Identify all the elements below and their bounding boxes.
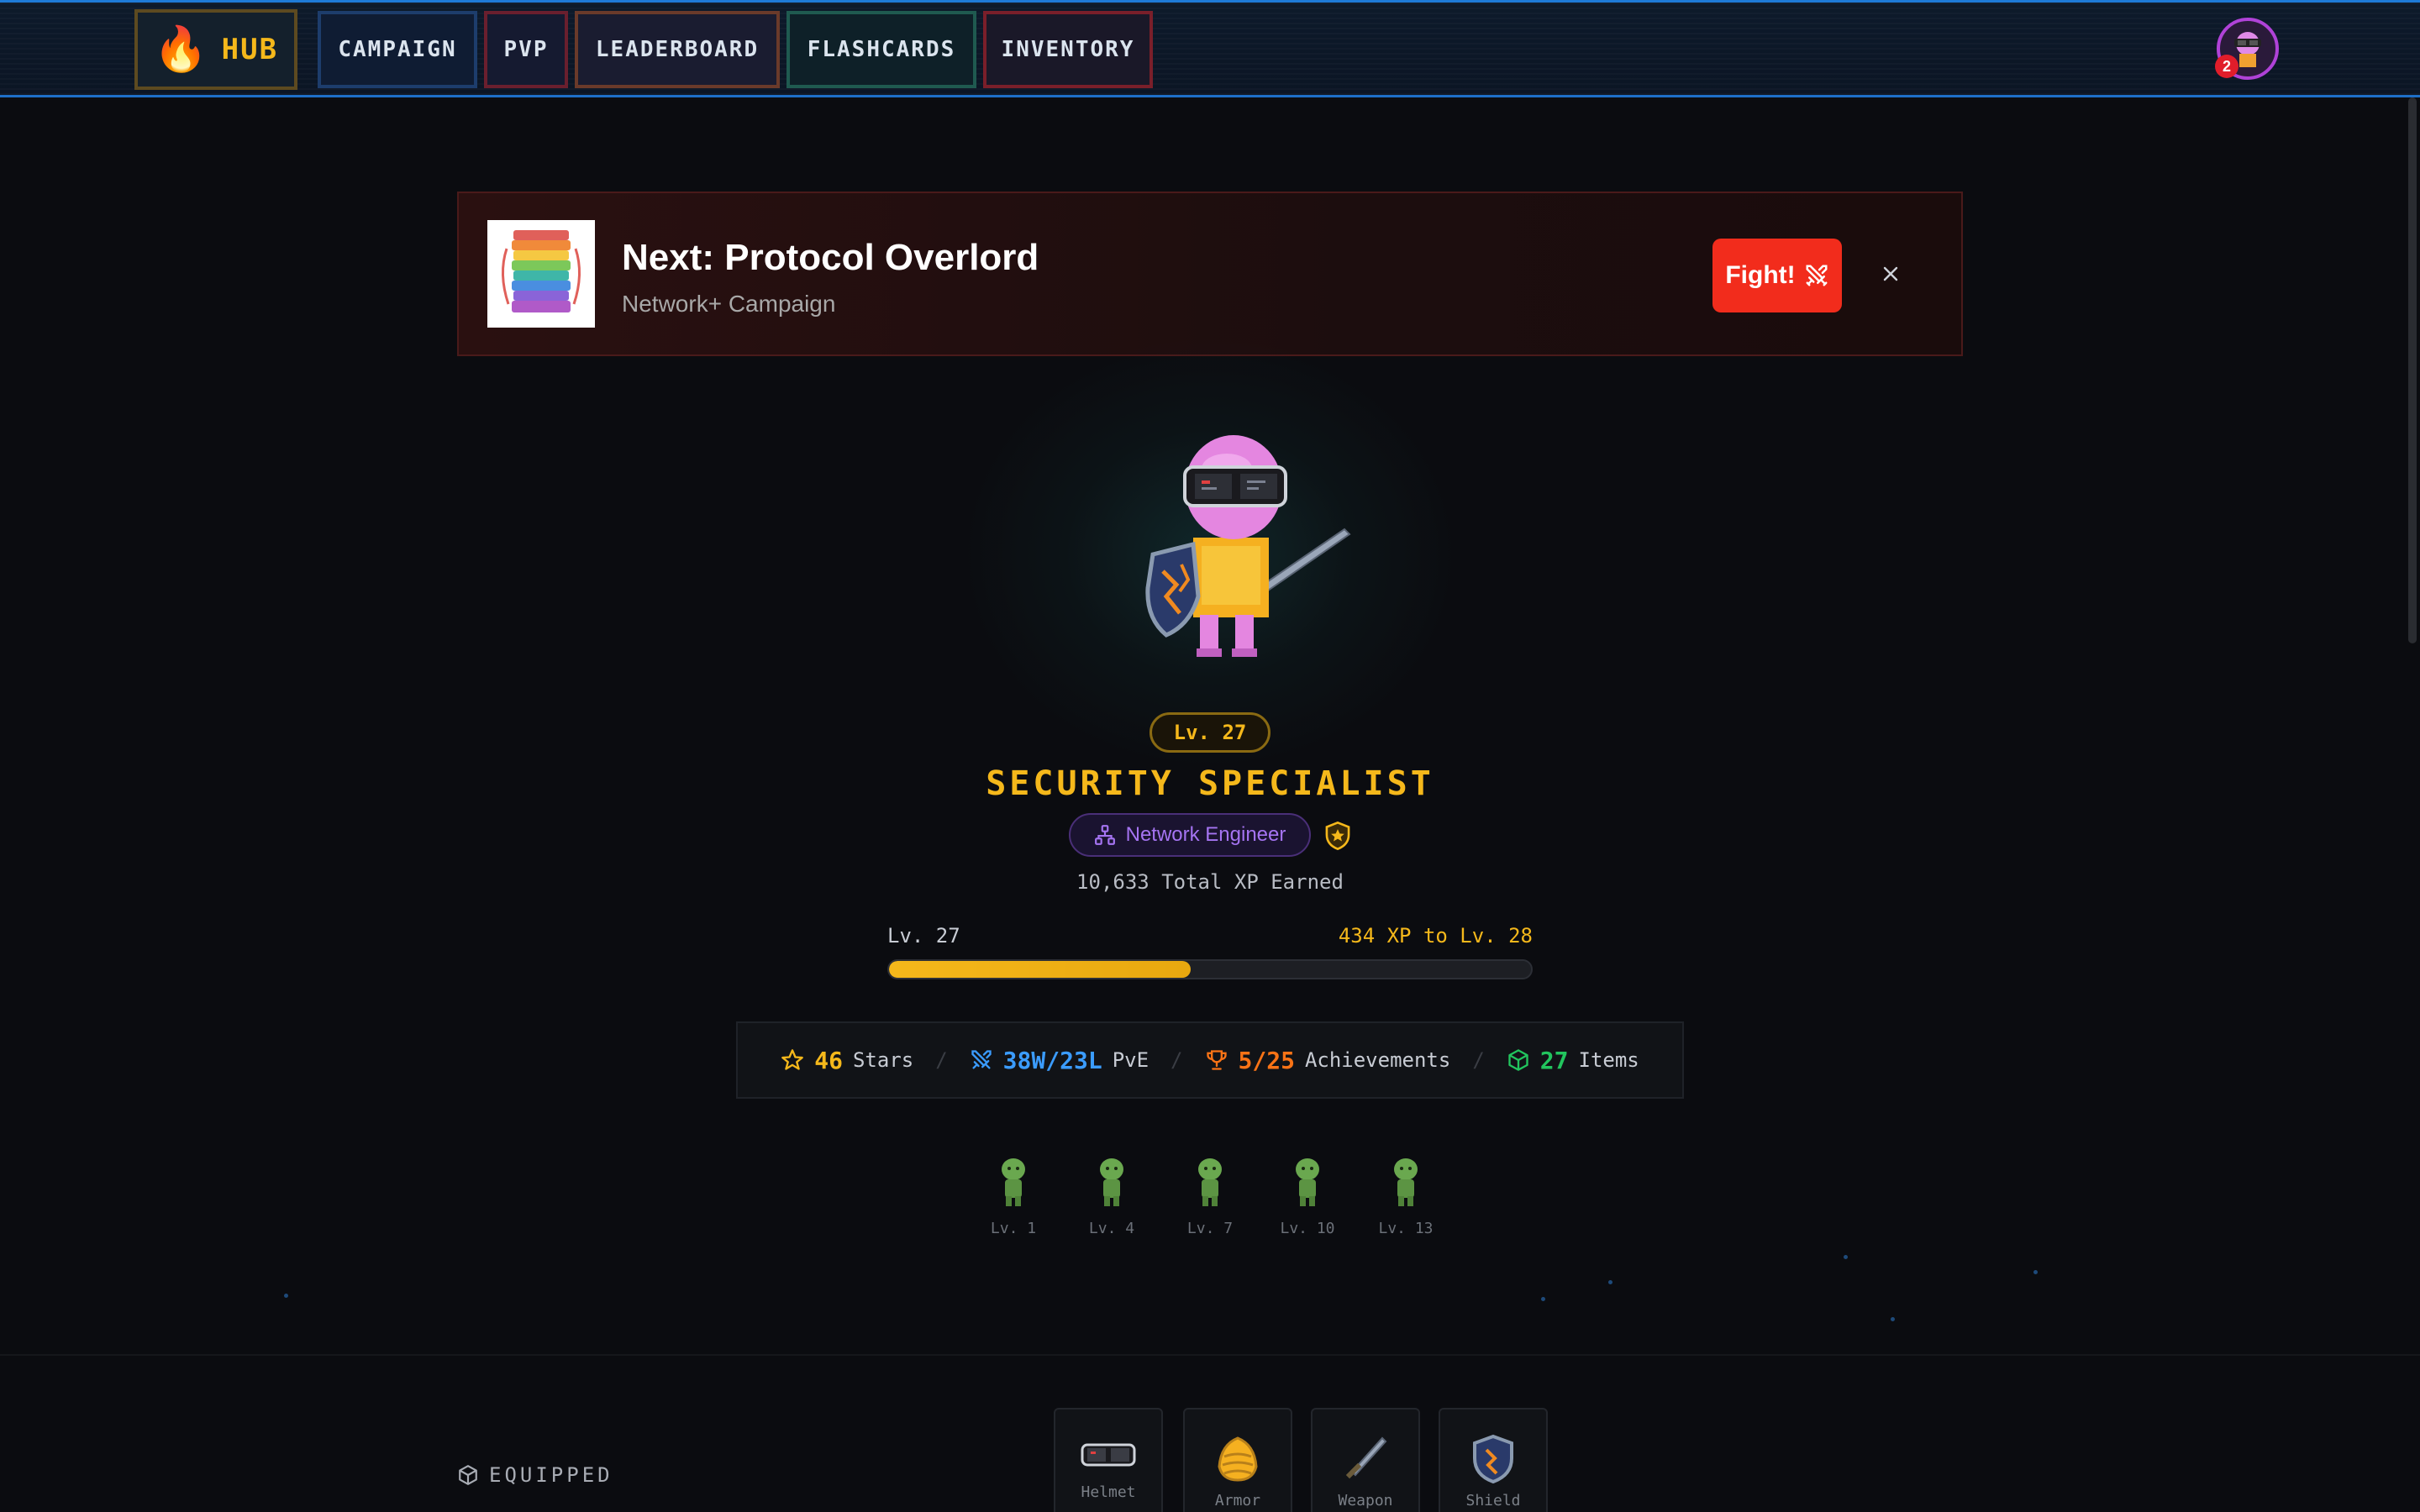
- equipped-heading: EQUIPPED: [457, 1463, 613, 1487]
- star-icon: [781, 1049, 804, 1070]
- slot-label: Helmet: [1081, 1483, 1136, 1501]
- next-battle-banner: Next: Protocol Overlord Network+ Campaig…: [457, 192, 1963, 356]
- equip-slot-weapon[interactable]: Weapon: [1311, 1408, 1420, 1512]
- hub-button[interactable]: 🔥 HUB: [134, 9, 297, 90]
- creature-icon: [1002, 1158, 1025, 1206]
- class-badge[interactable]: Network Engineer: [1069, 813, 1311, 857]
- creature-icon: [1100, 1158, 1123, 1206]
- fight-button[interactable]: Fight!: [1712, 239, 1842, 312]
- flame-icon: 🔥: [153, 24, 210, 75]
- nav-inventory[interactable]: INVENTORY: [983, 11, 1153, 88]
- stat-divider: /: [935, 1048, 948, 1072]
- background-star: [1844, 1255, 1848, 1259]
- achievements-label: Achievements: [1304, 1048, 1451, 1072]
- stars-label: Stars: [852, 1048, 914, 1072]
- stat-achievements: 5/25 Achievements: [1205, 1046, 1451, 1074]
- crossed-swords-icon: [1806, 265, 1828, 286]
- equip-slot-shield[interactable]: Shield: [1439, 1408, 1548, 1512]
- stars-value: 46: [814, 1046, 843, 1074]
- slot-label: Weapon: [1338, 1492, 1393, 1509]
- boss-thumbnail: [487, 220, 595, 328]
- nav-flashcards[interactable]: FLASHCARDS: [786, 11, 976, 88]
- hero-character-sprite: [1145, 435, 1351, 657]
- sword-icon: [1345, 1436, 1387, 1479]
- background-star: [1608, 1280, 1612, 1284]
- trophy-icon: [1206, 1050, 1227, 1070]
- shield-star-icon: [1325, 822, 1350, 850]
- close-banner-button[interactable]: [1874, 257, 1907, 291]
- stat-pve: 38W/23L PvE: [970, 1047, 1149, 1074]
- equip-slot-armor[interactable]: Armor: [1183, 1408, 1292, 1512]
- evolution-level: Lv. 4: [1088, 1220, 1135, 1237]
- evolution-level: Lv. 13: [1378, 1220, 1434, 1237]
- level-badge: Lv. 27: [1150, 712, 1270, 753]
- fight-label: Fight!: [1725, 261, 1796, 289]
- creature-icon: [1296, 1158, 1319, 1206]
- top-nav-bar: 🔥 HUB CAMPAIGN PVP LEADERBOARD FLASHCARD…: [0, 0, 2420, 97]
- hero-title: SECURITY SPECIALIST: [986, 764, 1434, 803]
- network-icon: [1094, 825, 1115, 845]
- class-name: Network Engineer: [1125, 823, 1286, 846]
- evolution-stage: Lv. 4: [1070, 1156, 1154, 1237]
- xp-to-next-level: 434 XP to Lv. 28: [1338, 924, 1533, 948]
- stat-divider: /: [1171, 1048, 1183, 1072]
- creature-icon: [1394, 1158, 1418, 1206]
- items-value: 27: [1539, 1046, 1569, 1074]
- background-star: [284, 1294, 288, 1298]
- cube-icon: [459, 1465, 477, 1485]
- next-boss-title: Next: Protocol Overlord: [622, 237, 1039, 278]
- background-star: [2033, 1270, 2038, 1274]
- armor-icon: [1218, 1436, 1258, 1482]
- nav-leaderboard[interactable]: LEADERBOARD: [575, 11, 780, 88]
- equipped-label: EQUIPPED: [489, 1463, 613, 1487]
- hub-label: HUB: [221, 33, 279, 66]
- stats-bar: 46 Stars / 38W/23L PvE / 5/25 Achievemen…: [736, 1021, 1684, 1099]
- shield-icon: [1473, 1434, 1513, 1483]
- cube-icon: [1508, 1049, 1528, 1071]
- nav-campaign[interactable]: CAMPAIGN: [318, 11, 477, 88]
- pve-value: 38W/23L: [1002, 1046, 1102, 1074]
- creature-icon: [1198, 1158, 1222, 1206]
- evolution-level: Lv. 10: [1280, 1220, 1335, 1237]
- section-divider: [0, 1354, 2420, 1356]
- xp-progress-fill: [889, 961, 1192, 978]
- nav-pvp[interactable]: PVP: [484, 11, 568, 88]
- evolution-stage: Lv. 13: [1364, 1156, 1448, 1237]
- total-xp: 10,633 Total XP Earned: [1076, 870, 1344, 894]
- evolution-level: Lv. 1: [990, 1220, 1037, 1237]
- pve-label: PvE: [1112, 1048, 1150, 1072]
- slot-label: Armor: [1214, 1492, 1261, 1509]
- xp-current-level: Lv. 27: [887, 924, 960, 948]
- achievements-value: 5/25: [1238, 1046, 1295, 1074]
- evolution-stage: Lv. 1: [971, 1156, 1055, 1237]
- xp-progress-bar: [887, 959, 1533, 979]
- crossed-swords-icon: [971, 1050, 992, 1069]
- equip-slot-helmet[interactable]: Helmet: [1054, 1408, 1163, 1512]
- campaign-name: Network+ Campaign: [622, 291, 836, 317]
- goggles-icon: [1081, 1443, 1136, 1467]
- user-avatar[interactable]: 2: [2215, 18, 2279, 80]
- evolution-stage: Lv. 7: [1168, 1156, 1252, 1237]
- evolution-stage: Lv. 10: [1265, 1156, 1349, 1237]
- book-stack-icon: [501, 230, 581, 312]
- stat-stars: 46 Stars: [781, 1047, 913, 1074]
- slot-label: Shield: [1465, 1492, 1521, 1509]
- background-star: [1541, 1297, 1545, 1301]
- notification-badge: 2: [2215, 55, 2238, 78]
- items-label: Items: [1578, 1048, 1639, 1072]
- stat-items: 27 Items: [1507, 1047, 1639, 1074]
- close-icon: [1883, 266, 1898, 281]
- stat-divider: /: [1472, 1048, 1485, 1072]
- background-star: [1891, 1317, 1895, 1321]
- page-scrollbar[interactable]: [2408, 97, 2417, 643]
- evolution-level: Lv. 7: [1186, 1220, 1234, 1237]
